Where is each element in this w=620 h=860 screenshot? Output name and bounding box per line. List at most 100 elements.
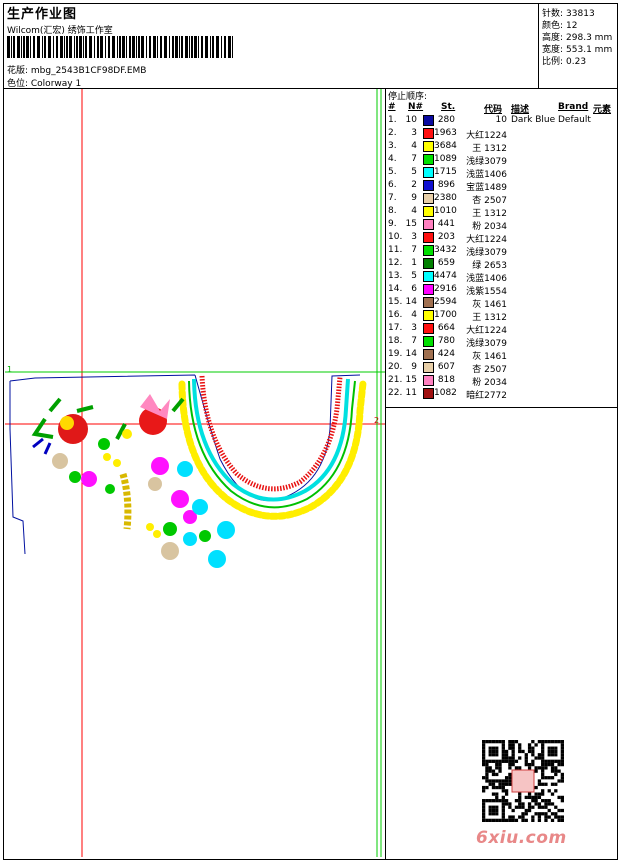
row-stitches: 280	[437, 115, 455, 125]
row-index: 5.	[388, 167, 397, 177]
floral-motif	[31, 394, 235, 568]
row-needle: 1	[411, 258, 417, 268]
row-needle: 14	[405, 349, 417, 359]
color-swatch	[423, 245, 434, 256]
color-swatch	[423, 154, 434, 165]
table-row: 4. 7 1089 浅绿3079	[388, 153, 616, 167]
row-index: 7.	[388, 193, 397, 203]
embroidery-preview: 1 2	[5, 89, 385, 857]
row-stitches: 1700	[434, 310, 457, 320]
watermark: 6xiu.com	[476, 828, 567, 848]
stop-sequence-title: 停止顺序:	[388, 92, 428, 102]
row-index: 19.	[388, 349, 403, 359]
row-stitches: 4474	[434, 271, 457, 281]
row-needle: 3	[411, 128, 417, 138]
green-leaves	[69, 438, 211, 542]
row-needle: 15	[405, 219, 417, 229]
col-header-brand: Brand	[558, 102, 589, 112]
color-swatch	[423, 115, 434, 126]
row-needle: 4	[411, 141, 417, 151]
stat-4: 比例: 0.23	[542, 54, 586, 67]
row-stitches: 780	[437, 336, 455, 346]
qr-code-icon	[482, 740, 564, 822]
row-stitches: 2380	[434, 193, 457, 203]
table-row: 18. 7 780 浅绿3079	[388, 335, 616, 349]
neckline-cyan-band	[192, 378, 350, 502]
row-index: 16.	[388, 310, 403, 320]
color-swatch	[423, 323, 434, 334]
row-needle: 3	[411, 323, 417, 333]
color-swatch	[423, 232, 434, 243]
row-index: 6.	[388, 180, 397, 190]
table-row: 2. 3 1963 大红1224	[388, 127, 616, 141]
color-swatch	[423, 375, 434, 386]
colorway-label: 色位: Colorway 1	[7, 79, 82, 89]
row-stitches: 607	[437, 362, 455, 372]
table-row: 15. 14 2594 灰 1461	[388, 296, 616, 310]
red-flower-right	[115, 394, 185, 440]
guide-end-marker: 2	[374, 416, 379, 425]
color-swatch	[423, 388, 434, 399]
table-row: 3. 4 3684 王 1312	[388, 140, 616, 154]
row-needle: 7	[411, 245, 417, 255]
row-index: 3.	[388, 141, 397, 151]
guide-start-marker: 1	[7, 365, 12, 374]
col-header-stitches: St.	[441, 102, 456, 112]
col-header-index: #	[388, 102, 396, 112]
row-index: 20.	[388, 362, 403, 372]
color-swatch	[423, 336, 434, 347]
row-index: 15.	[388, 297, 403, 307]
stat-label: 比例:	[542, 57, 564, 67]
row-index: 10.	[388, 232, 403, 242]
color-swatch	[423, 193, 434, 204]
row-needle: 4	[411, 310, 417, 320]
row-stitches: 2594	[434, 297, 457, 307]
row-index: 21.	[388, 375, 403, 385]
row-index: 13.	[388, 271, 403, 281]
row-needle: 5	[411, 271, 417, 281]
row-index: 9.	[388, 219, 397, 229]
table-row: 8. 4 1010 王 1312	[388, 205, 616, 219]
row-stitches: 3432	[434, 245, 457, 255]
row-index: 12.	[388, 258, 403, 268]
row-stitches: 1963	[434, 128, 457, 138]
row-index: 11.	[388, 245, 403, 255]
color-swatch	[423, 258, 434, 269]
table-row: 14. 6 2916 浅紫1554	[388, 283, 616, 297]
row-index: 18.	[388, 336, 403, 346]
row-stitches: 659	[437, 258, 455, 268]
table-row: 17. 3 664 大红1224	[388, 322, 616, 336]
table-row: 12. 1 659 绿 2653	[388, 257, 616, 271]
table-row: 11. 7 3432 浅绿3079	[388, 244, 616, 258]
row-stitches: 1715	[434, 167, 457, 177]
row-needle: 5	[411, 167, 417, 177]
row-index: 14.	[388, 284, 403, 294]
table-row: 10. 3 203 大红1224	[388, 231, 616, 245]
row-needle: 7	[411, 154, 417, 164]
table-row: 6. 2 896 宝蓝1489	[388, 179, 616, 193]
design-file-name: 花版: mbg_2543B1CF98DF.EMB	[7, 66, 147, 76]
row-needle: 2	[411, 180, 417, 190]
row-code: 暗红2772	[466, 391, 507, 401]
table-row: 21. 15 818 粉 2034	[388, 374, 616, 388]
row-needle: 4	[411, 206, 417, 216]
table-row: 16. 4 1700 王 1312	[388, 309, 616, 323]
row-stitches: 1082	[434, 388, 457, 398]
row-needle: 7	[411, 336, 417, 346]
row-brand: Default	[558, 115, 591, 125]
row-stitches: 664	[437, 323, 455, 333]
row-stitches: 2916	[434, 284, 457, 294]
row-needle: 6	[411, 284, 417, 294]
row-needle: 11	[405, 388, 417, 398]
color-swatch	[423, 362, 434, 373]
color-swatch	[423, 206, 434, 217]
row-index: 4.	[388, 154, 397, 164]
table-row: 9. 15 441 粉 2034	[388, 218, 616, 232]
table-row: 5. 5 1715 浅蓝1406	[388, 166, 616, 180]
row-needle: 14	[405, 297, 417, 307]
row-needle: 15	[405, 375, 417, 385]
table-row: 1. 10 280 10 Dark Blue Default	[388, 114, 616, 127]
company-name: Wilcom(汇宏) 绣饰工作室	[7, 26, 113, 36]
row-stitches: 3684	[434, 141, 457, 151]
col-header-needle: N#	[408, 102, 424, 112]
